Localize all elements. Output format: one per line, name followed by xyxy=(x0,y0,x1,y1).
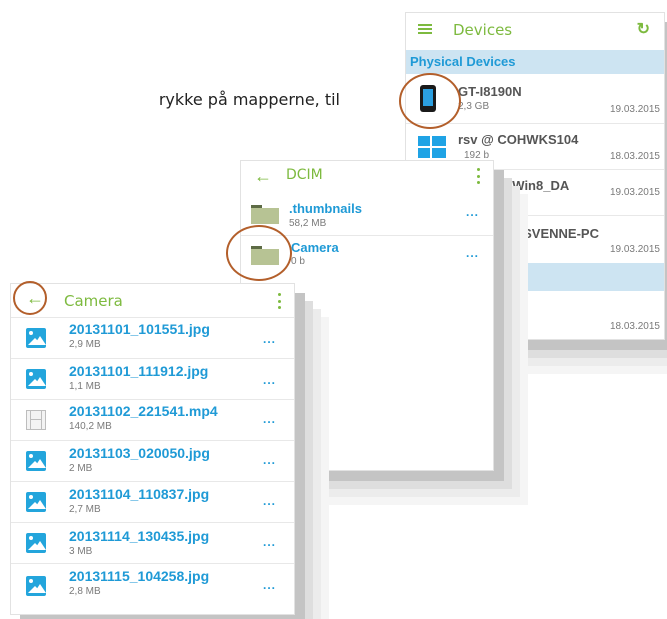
more-options-button[interactable]: ... xyxy=(263,412,276,426)
image-icon xyxy=(26,451,46,471)
file-name: 20131103_020050.jpg xyxy=(69,445,210,461)
folder-row[interactable]: .thumbnails 58,2 MB ... xyxy=(241,193,493,233)
windows-icon xyxy=(418,136,446,158)
file-size: 2,7 MB xyxy=(69,504,101,515)
folder-name: .thumbnails xyxy=(289,201,362,216)
file-name: 20131115_104258.jpg xyxy=(69,568,210,584)
device-date: 19.03.2015 xyxy=(609,187,660,198)
camera-title: Camera xyxy=(64,292,123,310)
device-name: @ Win8_DA xyxy=(496,178,570,193)
file-size: 140,2 MB xyxy=(69,421,112,432)
file-name: 20131101_101551.jpg xyxy=(69,321,210,337)
device-date: 18.03.2015 xyxy=(609,321,660,332)
folder-name: Camera xyxy=(291,240,339,255)
camera-panel: ← Camera 20131101_101551.jpg 2,9 MB ... … xyxy=(10,283,295,615)
file-name: 20131104_110837.jpg xyxy=(69,486,210,502)
devices-title: Devices xyxy=(453,21,513,39)
device-name: GT-I8190N xyxy=(458,84,522,99)
physical-devices-label: Physical Devices xyxy=(410,54,516,69)
more-options-button[interactable]: ... xyxy=(263,373,276,387)
device-size: MB xyxy=(496,196,511,207)
file-row[interactable]: 20131104_110837.jpg 2,7 MB ... xyxy=(11,481,294,522)
file-size: 1,1 MB xyxy=(69,381,101,392)
physical-devices-section-header: Physical Devices xyxy=(406,50,664,74)
device-size: MB xyxy=(496,244,511,255)
folder-icon xyxy=(251,205,279,225)
file-row[interactable]: 20131102_221541.mp4 140,2 MB ... xyxy=(11,399,294,440)
image-icon xyxy=(26,533,46,553)
file-row[interactable]: 20131101_111912.jpg 1,1 MB ... xyxy=(11,358,294,399)
file-name: 20131101_111912.jpg xyxy=(69,363,209,379)
device-size: 2,3 GB xyxy=(458,101,490,112)
device-date: 18.03.2015 xyxy=(609,151,660,162)
devices-topbar: Devices ↻ xyxy=(406,13,664,45)
overflow-menu-icon[interactable] xyxy=(477,168,481,184)
overflow-menu-icon[interactable] xyxy=(278,293,282,309)
film-icon xyxy=(26,410,46,430)
more-options-button[interactable]: ... xyxy=(263,332,276,346)
camera-topbar: ← Camera xyxy=(11,284,294,316)
hamburger-menu-icon[interactable] xyxy=(418,24,432,34)
file-row[interactable]: 20131103_020050.jpg 2 MB ... xyxy=(11,440,294,481)
file-row[interactable]: 20131101_101551.jpg 2,9 MB ... xyxy=(11,317,294,358)
more-options-button[interactable]: ... xyxy=(263,535,276,549)
file-row[interactable]: 20131114_130435.jpg 3 MB ... xyxy=(11,522,294,563)
back-arrow-icon[interactable]: ← xyxy=(254,166,272,187)
instruction-caption: rykke på mapperne, til xyxy=(158,90,340,109)
more-options-button[interactable]: ... xyxy=(466,246,479,260)
image-icon xyxy=(26,492,46,512)
image-icon xyxy=(26,576,46,596)
device-name: rsv @ COHWKS104 xyxy=(458,132,579,147)
more-options-button[interactable]: ... xyxy=(263,453,276,467)
more-options-button[interactable]: ... xyxy=(466,205,479,219)
more-options-button[interactable]: ... xyxy=(263,494,276,508)
highlight-circle-device xyxy=(399,73,461,129)
file-size: 2,9 MB xyxy=(69,339,101,350)
file-size: 2 MB xyxy=(69,463,93,474)
image-icon xyxy=(26,328,46,348)
file-row[interactable]: 20131115_104258.jpg 2,8 MB ... xyxy=(11,563,294,610)
file-name: 20131114_130435.jpg xyxy=(69,528,210,544)
highlight-circle-back-button xyxy=(13,281,47,315)
image-icon xyxy=(26,369,46,389)
device-date: 19.03.2015 xyxy=(609,104,660,115)
folder-size: 58,2 MB xyxy=(289,218,327,229)
device-name: e @ SVENNE-PC xyxy=(496,226,599,241)
device-size: MB xyxy=(496,321,511,332)
more-options-button[interactable]: ... xyxy=(263,578,276,592)
folder-size: 0 b xyxy=(291,256,305,267)
file-name: 20131102_221541.mp4 xyxy=(69,403,218,419)
dcim-title: DCIM xyxy=(286,167,323,183)
refresh-icon[interactable]: ↻ xyxy=(637,19,650,39)
dcim-topbar: ← DCIM xyxy=(241,161,493,191)
file-size: 2,8 MB xyxy=(69,586,101,597)
highlight-circle-camera-folder xyxy=(226,225,292,281)
device-date: 19.03.2015 xyxy=(609,244,660,255)
file-size: 3 MB xyxy=(69,546,93,557)
